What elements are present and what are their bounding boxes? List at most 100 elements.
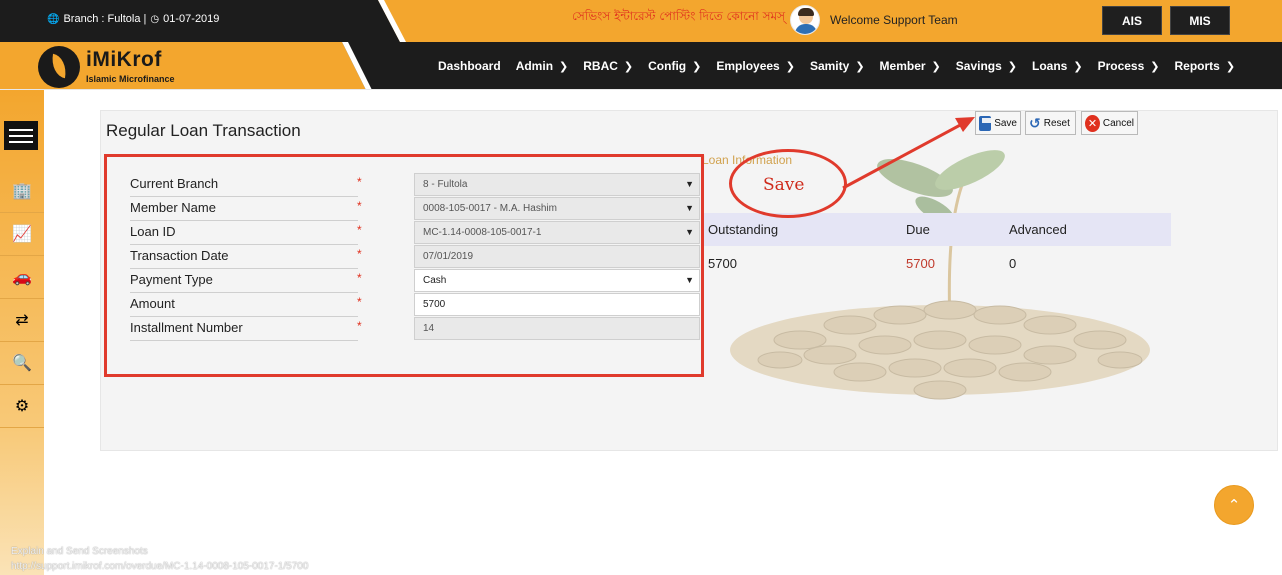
chevron-right-icon: ❯: [1225, 60, 1236, 73]
amount-value: 5700: [423, 299, 446, 310]
chevron-right-icon: ❯: [1073, 60, 1083, 73]
chevron-right-icon: ❯: [1007, 60, 1018, 73]
nav-item-config[interactable]: Config ❯: [648, 59, 701, 73]
mis-button[interactable]: MIS: [1170, 6, 1230, 35]
required-marker: *: [357, 175, 362, 189]
dropdown-caret-icon: ▼: [685, 203, 694, 213]
loan-id-value: MC-1.14-0008-105-0017-1: [423, 227, 542, 238]
transaction-date-value: 07/01/2019: [423, 251, 474, 262]
footer-url[interactable]: http://support.imikrof.com/overdue/MC-1.…: [11, 559, 308, 574]
main-menu: Dashboard Admin ❯ RBAC ❯ Config ❯ Employees ❯ Sam…: [438, 42, 1250, 90]
nav-item-label: Dashboard: [438, 59, 501, 73]
value-advanced: 0: [1009, 256, 1017, 271]
branch-label: Branch : Fultola |: [63, 13, 147, 25]
avatar[interactable]: [790, 5, 820, 35]
required-marker: *: [357, 199, 362, 213]
chevron-right-icon: ❯: [931, 60, 941, 73]
network-icon[interactable]: ⚙: [0, 385, 44, 428]
form-row-loan-id: Loan ID * MC-1.14-0008-105-0017-1 ▼: [130, 221, 700, 245]
form-row-transaction-date: Transaction Date * 07/01/2019: [130, 245, 700, 269]
branch-info: 🌐 Branch : Fultola | ◷ 01-07-2019: [47, 13, 219, 25]
reset-button[interactable]: ↺ Reset: [1025, 111, 1076, 135]
logo-icon[interactable]: [38, 46, 80, 88]
nav-item-label: Loans: [1032, 59, 1068, 73]
chart-icon[interactable]: 📈: [0, 213, 44, 256]
globe-icon: 🌐: [47, 13, 60, 25]
form-row-member-name: Member Name * 0008-105-0017 - M.A. Hashim ▼: [130, 197, 700, 221]
form-row-current-branch: Current Branch * 8 - Fultola ▼: [130, 173, 700, 197]
nav-item-label: Config: [648, 59, 687, 73]
clock-icon: ◷: [150, 13, 160, 25]
nav-item-admin[interactable]: Admin ❯: [516, 59, 569, 73]
required-marker: *: [357, 223, 362, 237]
col-outstanding: Outstanding: [708, 222, 779, 237]
member-name-label: Member Name: [130, 197, 358, 221]
nav-item-savings[interactable]: Savings ❯: [956, 59, 1017, 73]
save-button[interactable]: Save: [975, 111, 1021, 135]
payment-type-value: Cash: [423, 275, 447, 286]
required-marker: *: [357, 247, 362, 261]
value-due: 5700: [906, 256, 935, 271]
nav-item-samity[interactable]: Samity ❯: [810, 59, 865, 73]
current-date: 01-07-2019: [163, 13, 220, 25]
menu-toggle-icon[interactable]: [4, 121, 38, 150]
chevron-right-icon: ❯: [559, 60, 569, 73]
form-row-amount: Amount * 5700: [130, 293, 700, 317]
cancel-icon: ✕: [1085, 114, 1100, 132]
nav-item-label: Samity: [809, 59, 850, 73]
scroll-to-top-button[interactable]: ⌃: [1214, 485, 1254, 525]
transfer-icon[interactable]: ⇄: [0, 299, 44, 342]
annotation-save-text: Save: [763, 175, 805, 195]
nav-item-member[interactable]: Member ❯: [880, 59, 941, 73]
footer-note: Explain and Send Screenshots http://supp…: [11, 544, 308, 574]
transaction-date-label: Transaction Date: [130, 245, 358, 269]
current-branch-label: Current Branch: [130, 173, 358, 197]
col-due: Due: [906, 222, 930, 237]
search-settings-icon[interactable]: 🔍: [0, 342, 44, 385]
nav-item-label: Admin: [515, 59, 554, 73]
nav-item-label: Employees: [716, 59, 780, 73]
member-name-select[interactable]: 0008-105-0017 - M.A. Hashim ▼: [414, 197, 700, 220]
chevron-right-icon: ❯: [785, 60, 795, 73]
amount-field[interactable]: 5700: [414, 293, 700, 316]
current-branch-select[interactable]: 8 - Fultola ▼: [414, 173, 700, 196]
installment-number-label: Installment Number: [130, 317, 358, 341]
dropdown-caret-icon: ▼: [685, 227, 694, 237]
form-row-installment-number: Installment Number * 14: [130, 317, 700, 341]
nav-item-label: RBAC: [583, 59, 618, 73]
ais-button[interactable]: AIS: [1102, 6, 1162, 35]
required-marker: *: [357, 271, 362, 285]
transaction-date-field[interactable]: 07/01/2019: [414, 245, 700, 268]
nav-item-reports[interactable]: Reports ❯: [1175, 59, 1236, 73]
nav-item-label: Reports: [1174, 59, 1220, 73]
nav-item-process[interactable]: Process ❯: [1098, 59, 1160, 73]
current-branch-value: 8 - Fultola: [423, 179, 468, 190]
cancel-label: Cancel: [1102, 117, 1134, 129]
logo-title[interactable]: iMiKrof: [86, 48, 162, 72]
nav-item-rbac[interactable]: RBAC ❯: [583, 59, 633, 73]
nav-item-dashboard[interactable]: Dashboard: [438, 59, 501, 73]
building-icon[interactable]: 🏢: [0, 170, 44, 213]
loan-id-select[interactable]: MC-1.14-0008-105-0017-1 ▼: [414, 221, 700, 244]
car-icon[interactable]: 🚗: [0, 256, 44, 299]
value-outstanding: 5700: [708, 256, 737, 271]
member-name-value: 0008-105-0017 - M.A. Hashim: [423, 203, 557, 214]
chevron-right-icon: ❯: [623, 60, 634, 73]
save-label: Save: [994, 117, 1017, 129]
amount-label: Amount: [130, 293, 358, 317]
cancel-button[interactable]: ✕ Cancel: [1081, 111, 1138, 135]
footer-line1: Explain and Send Screenshots: [11, 546, 148, 557]
required-marker: *: [357, 295, 362, 309]
installment-number-value: 14: [423, 323, 435, 334]
nav-item-loans[interactable]: Loans ❯: [1032, 59, 1083, 73]
dropdown-caret-icon: ▼: [685, 179, 694, 189]
payment-type-label: Payment Type: [130, 269, 358, 293]
nav-item-label: Savings: [955, 59, 1002, 73]
installment-number-field[interactable]: 14: [414, 317, 700, 340]
loan-id-label: Loan ID: [130, 221, 358, 245]
reset-icon: ↺: [1029, 114, 1041, 131]
nav-item-label: Process: [1097, 59, 1145, 73]
nav-item-employees[interactable]: Employees ❯: [716, 59, 795, 73]
payment-type-select[interactable]: Cash ▼: [414, 269, 700, 292]
welcome-text: Welcome Support Team: [830, 13, 958, 27]
